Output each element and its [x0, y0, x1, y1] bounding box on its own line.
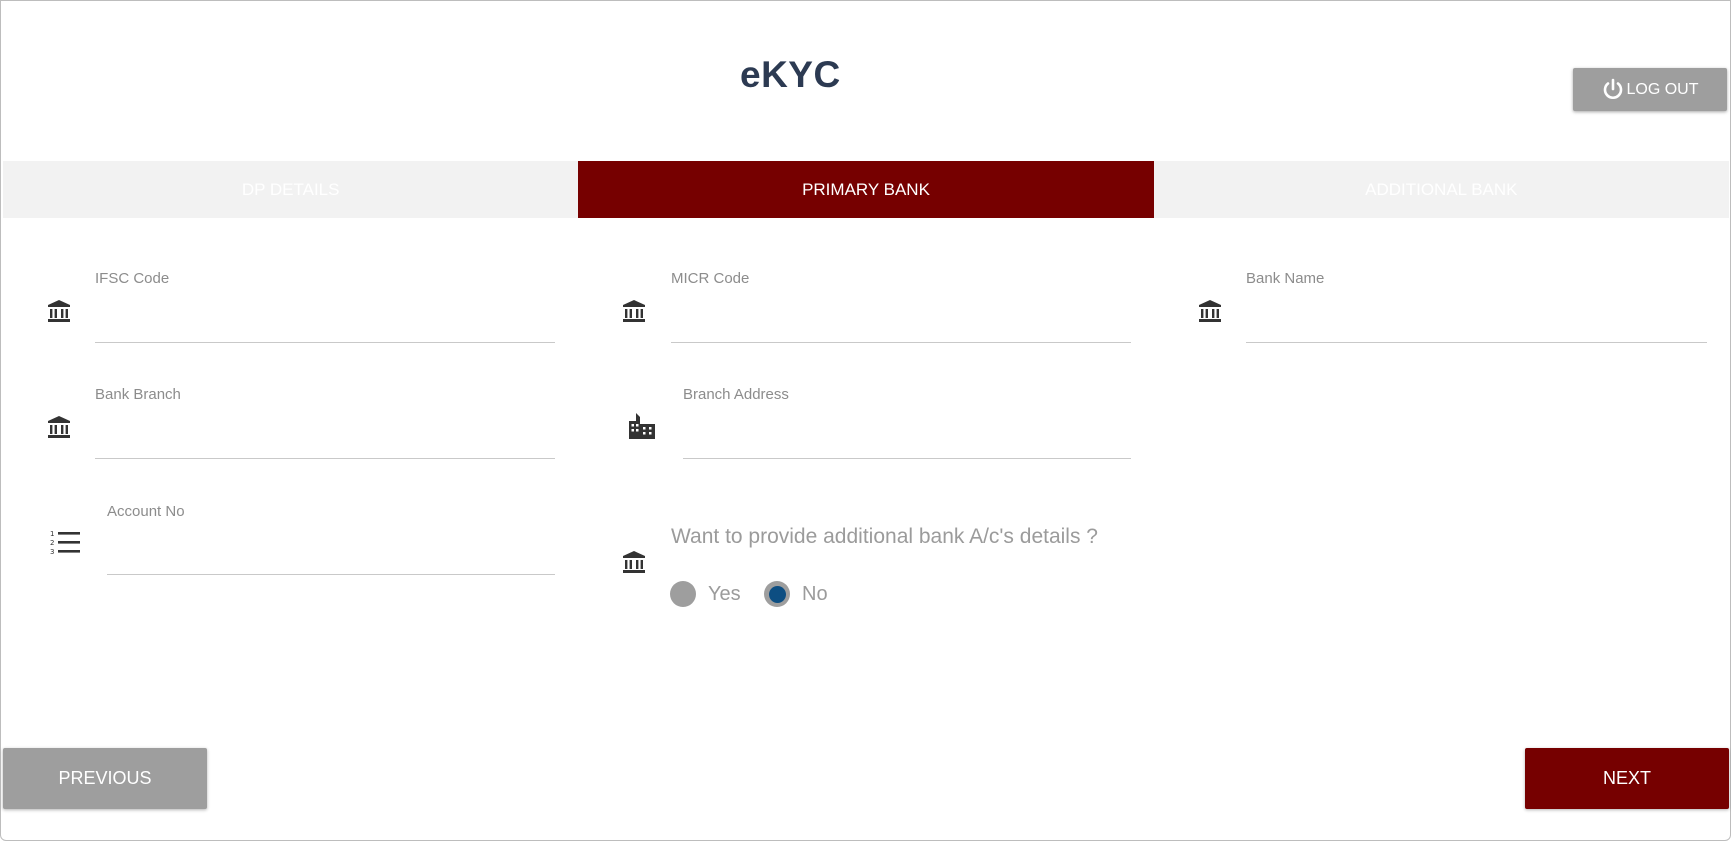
- svg-text:1: 1: [50, 530, 54, 538]
- account-no-input[interactable]: [107, 544, 555, 572]
- account-no-underline: [107, 574, 555, 575]
- account-no-label: Account No: [107, 503, 185, 520]
- logout-label: LOG OUT: [1626, 80, 1699, 98]
- step-tabs: DP DETAILS PRIMARY BANK ADDITIONAL BANK: [3, 161, 1729, 218]
- micr-code-input[interactable]: [671, 312, 1131, 340]
- tab-additional-bank[interactable]: ADDITIONAL BANK: [1154, 161, 1729, 218]
- radio-yes[interactable]: Yes: [670, 581, 741, 607]
- ifsc-code-field: IFSC Code: [95, 270, 555, 343]
- ifsc-code-label: IFSC Code: [95, 270, 170, 287]
- tab-dp-details[interactable]: DP DETAILS: [3, 161, 578, 218]
- bank-icon: [623, 551, 645, 573]
- branch-address-field: Branch Address: [683, 386, 1131, 459]
- ifsc-code-input[interactable]: [95, 312, 555, 340]
- bank-name-input[interactable]: [1246, 312, 1707, 340]
- bank-branch-field: Bank Branch: [95, 386, 555, 459]
- micr-code-label: MICR Code: [671, 270, 750, 287]
- bank-name-field: Bank Name: [1246, 270, 1707, 343]
- bank-icon: [48, 300, 70, 322]
- page-title: eKYC: [740, 54, 841, 95]
- bank-branch-label: Bank Branch: [95, 386, 181, 403]
- radio-no-circle[interactable]: [764, 581, 790, 607]
- svg-text:2: 2: [50, 539, 54, 547]
- bank-name-label: Bank Name: [1246, 270, 1325, 287]
- micr-code-underline: [671, 342, 1131, 343]
- bank-branch-input[interactable]: [95, 428, 555, 456]
- micr-code-field: MICR Code: [671, 270, 1131, 343]
- radio-no-label: No: [802, 582, 828, 605]
- previous-button[interactable]: PREVIOUS: [3, 748, 207, 809]
- building-icon: [629, 413, 655, 439]
- svg-text:3: 3: [50, 548, 54, 556]
- next-button[interactable]: NEXT: [1525, 748, 1729, 809]
- branch-address-input[interactable]: [683, 428, 1131, 456]
- ifsc-code-underline: [95, 342, 555, 343]
- radio-yes-label: Yes: [708, 582, 741, 605]
- power-icon: [1604, 78, 1623, 99]
- additional-bank-question: Want to provide additional bank A/c's de…: [671, 525, 1098, 548]
- radio-no[interactable]: No: [764, 581, 828, 607]
- numbered-list-icon: 1 2 3: [50, 530, 80, 556]
- radio-selected-dot: [768, 585, 786, 603]
- bank-icon: [623, 300, 645, 322]
- tab-primary-bank[interactable]: PRIMARY BANK: [578, 161, 1154, 218]
- bank-icon: [1199, 300, 1221, 322]
- bank-name-underline: [1246, 342, 1707, 343]
- branch-address-underline: [683, 458, 1131, 459]
- branch-address-label: Branch Address: [683, 386, 789, 403]
- bank-icon: [48, 416, 70, 438]
- bank-branch-underline: [95, 458, 555, 459]
- logout-button[interactable]: LOG OUT: [1573, 68, 1727, 111]
- account-no-field: Account No: [107, 503, 555, 575]
- radio-yes-circle[interactable]: [670, 581, 696, 607]
